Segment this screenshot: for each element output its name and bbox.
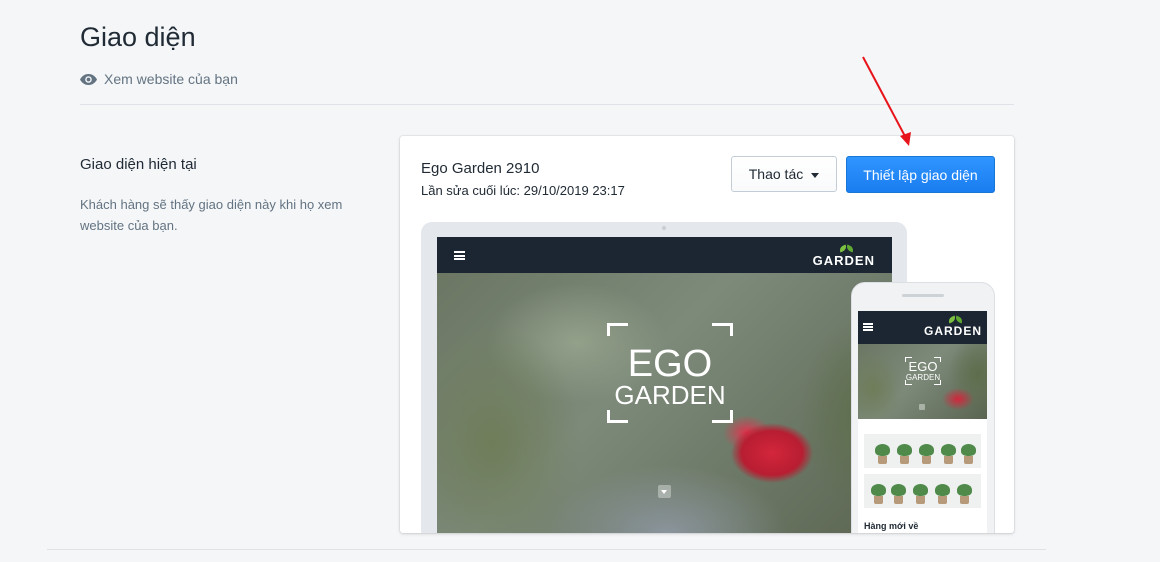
mobile-products-title: Hàng mới về [864,521,919,531]
preview-logo: GARDEN [813,244,875,268]
hero-title-line2: GARDEN [614,380,726,410]
actions-dropdown-button[interactable]: Thao tác [731,156,837,192]
actions-button-label: Thao tác [748,166,804,182]
caret-down-icon [811,172,820,178]
arrow-down-icon [919,404,925,410]
current-theme-card: Ego Garden 2910 Lần sửa cuối lúc: 29/10/… [400,136,1014,533]
product-image [864,434,981,468]
leaf-icon [954,315,964,324]
page-title: Giao diện [80,22,196,52]
hero-title-line1: EGO [627,343,713,385]
device-camera [662,226,666,230]
leaf-icon [844,244,855,253]
footer-divider [47,549,1046,550]
eye-icon [80,73,97,85]
mobile-hero-logo-frame: EGO GARDEN [905,357,941,385]
customize-theme-button[interactable]: Thiết lập giao diện [846,156,995,193]
mobile-preview-screen: GARDEN EGO GARDEN Hàng mới về [858,311,987,533]
preview-hero-image: EGO GARDEN [437,273,892,533]
view-website-link[interactable]: Xem website của bạn [80,71,238,87]
section-heading: Giao diện hiện tại [80,156,197,173]
mobile-hero-title-line2: GARDEN [905,373,941,382]
customize-button-label: Thiết lập giao diện [863,166,978,183]
mobile-hero-title-line1: EGO [908,359,938,374]
hamburger-menu-icon [863,323,873,331]
hero-logo-frame: EGO GARDEN [607,323,733,423]
device-speaker [902,294,944,297]
section-description: Khách hàng sẽ thấy giao diện này khi họ … [80,197,343,233]
theme-name: Ego Garden 2910 [421,160,540,177]
product-image [864,474,981,508]
arrow-down-icon [658,485,671,498]
preview-navbar: GARDEN [437,237,892,273]
mobile-preview-hero: EGO GARDEN [858,344,987,419]
mobile-preview-navbar: GARDEN [858,311,987,344]
header-divider [80,104,1014,105]
desktop-preview-screen: GARDEN EGO GARDEN [437,237,892,533]
hamburger-menu-icon [454,251,465,260]
theme-last-edited: Lần sửa cuối lúc: 29/10/2019 23:17 [421,183,625,198]
view-website-label: Xem website của bạn [104,71,238,87]
mobile-preview-logo: GARDEN [924,315,982,338]
desktop-preview: GARDEN EGO GARDEN [421,222,907,533]
mobile-preview: GARDEN EGO GARDEN Hàng mới về [851,282,995,533]
